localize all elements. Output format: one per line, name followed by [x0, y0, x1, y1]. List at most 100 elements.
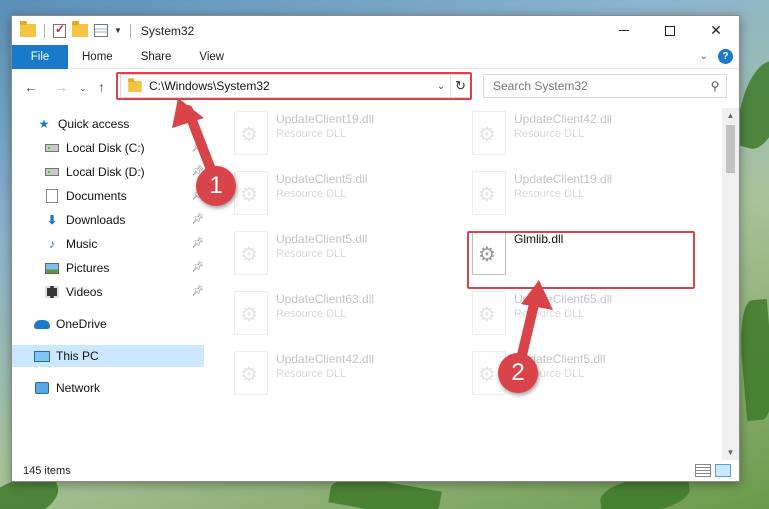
- drive-icon: [44, 140, 60, 156]
- sidebar-item-this-pc[interactable]: This PC: [12, 345, 204, 367]
- vertical-scrollbar[interactable]: ▲ ▼: [722, 108, 739, 460]
- sidebar-item-label: This PC: [56, 349, 99, 363]
- dll-file-icon: [234, 171, 268, 215]
- onedrive-icon: [34, 316, 50, 332]
- file-type: Resource DLL: [276, 308, 347, 320]
- step-2-callout: 2: [498, 353, 538, 393]
- documents-icon: [44, 188, 60, 204]
- file-item[interactable]: UpdateClient19.dll Resource DLL: [472, 168, 682, 218]
- file-name: UpdateClient5.dll: [276, 232, 368, 246]
- file-highlight: [467, 231, 695, 289]
- file-item[interactable]: UpdateClient5.dll Resource DLL: [234, 168, 444, 218]
- sidebar-item-label: Music: [66, 237, 98, 251]
- view-toggle: [695, 464, 731, 477]
- file-item[interactable]: UpdateClient42.dll Resource DLL: [234, 348, 444, 398]
- toolbar-separator: [44, 23, 45, 38]
- sidebar-item-label: Downloads: [66, 213, 126, 227]
- search-box[interactable]: ⚲: [483, 74, 727, 98]
- pin-icon: 📌︎: [191, 286, 204, 297]
- large-icons-view-icon[interactable]: [715, 464, 731, 477]
- new-folder-icon[interactable]: [72, 21, 88, 37]
- sidebar-item-label: Network: [56, 381, 101, 395]
- pictures-icon: [44, 260, 60, 276]
- drive-icon: [44, 164, 60, 180]
- sidebar-item-label: Pictures: [66, 261, 110, 275]
- tab-home[interactable]: Home: [68, 45, 127, 69]
- file-item[interactable]: UpdateClient5.dll Resource DLL: [234, 228, 444, 278]
- sidebar-item-local-disk-c[interactable]: Local Disk (C:) 📌︎: [44, 137, 204, 159]
- qat-dropdown-icon[interactable]: ▼: [114, 26, 122, 35]
- dll-file-icon: [234, 291, 268, 335]
- scrollbar-thumb[interactable]: [726, 125, 735, 173]
- sidebar-item-network[interactable]: Network: [34, 377, 204, 399]
- file-type: Resource DLL: [514, 188, 585, 200]
- recent-dropdown-icon[interactable]: ⌄: [79, 83, 87, 94]
- pin-icon: 📌︎: [191, 214, 204, 225]
- file-type: Resource DLL: [276, 248, 347, 260]
- file-type: Resource DLL: [276, 128, 347, 140]
- sidebar-item-label: Local Disk (C:): [66, 141, 145, 155]
- expand-ribbon-icon[interactable]: ⌄: [700, 51, 708, 62]
- computer-icon: [34, 348, 50, 364]
- file-item[interactable]: UpdateClient19.dll Resource DLL: [234, 108, 444, 158]
- status-bar: 145 items: [12, 460, 739, 481]
- pin-icon: 📌︎: [191, 142, 204, 153]
- scroll-down-icon[interactable]: ▼: [722, 445, 739, 460]
- file-name: UpdateClient65.dll: [514, 292, 613, 306]
- file-name: UpdateClient5.dll: [276, 172, 368, 186]
- minimize-icon: [619, 30, 629, 31]
- star-icon: ★: [38, 117, 50, 131]
- address-bar-highlight: [116, 72, 472, 100]
- sidebar-item-downloads[interactable]: ⬇ Downloads 📌︎: [44, 209, 204, 231]
- customize-icon[interactable]: [94, 24, 108, 37]
- downloads-icon: ⬇: [46, 213, 58, 227]
- sidebar-item-label: Quick access: [58, 117, 130, 131]
- help-icon[interactable]: ?: [718, 49, 733, 64]
- ribbon-tabs: File Home Share View ⌄ ?: [12, 44, 739, 69]
- dll-file-icon: [472, 111, 506, 155]
- sidebar-item-local-disk-d[interactable]: Local Disk (D:) 📌︎: [44, 161, 204, 183]
- pin-icon: 📌︎: [191, 262, 204, 273]
- back-arrow-icon[interactable]: ←: [24, 79, 38, 95]
- properties-check-icon[interactable]: [53, 22, 66, 38]
- background-leaf: [736, 298, 769, 422]
- tab-share[interactable]: Share: [127, 45, 186, 69]
- sidebar-item-pictures[interactable]: Pictures 📌︎: [44, 257, 204, 279]
- dll-file-icon: [234, 351, 268, 395]
- scroll-up-icon[interactable]: ▲: [722, 108, 739, 123]
- sidebar-item-music[interactable]: ♪ Music 📌︎: [44, 233, 204, 255]
- file-type: Resource DLL: [514, 128, 585, 140]
- folder-icon: [20, 21, 36, 37]
- network-icon: [34, 380, 50, 396]
- details-view-icon[interactable]: [695, 464, 711, 477]
- sidebar-item-documents[interactable]: Documents 📌︎: [44, 185, 204, 207]
- file-name: UpdateClient19.dll: [276, 112, 375, 126]
- file-item[interactable]: UpdateClient63.dll Resource DLL: [234, 288, 444, 338]
- search-input[interactable]: [493, 79, 704, 93]
- window-title: System32: [140, 23, 195, 38]
- forward-arrow-icon[interactable]: →: [54, 79, 68, 95]
- dll-file-icon: [472, 291, 506, 335]
- sidebar-item-videos[interactable]: Videos 📌︎: [44, 281, 204, 303]
- title-bar: ▼ System32 ✕: [12, 16, 739, 45]
- search-icon[interactable]: ⚲: [704, 79, 726, 93]
- dll-file-icon: [234, 231, 268, 275]
- close-button[interactable]: ✕: [693, 16, 739, 45]
- tab-file[interactable]: File: [12, 44, 68, 69]
- file-item[interactable]: UpdateClient42.dll Resource DLL: [472, 108, 682, 158]
- tab-view[interactable]: View: [185, 45, 238, 69]
- up-arrow-icon[interactable]: ↑: [98, 79, 105, 95]
- file-name: UpdateClient42.dll: [276, 352, 375, 366]
- file-item[interactable]: UpdateClient65.dll Resource DLL: [472, 288, 682, 338]
- minimize-button[interactable]: [601, 16, 647, 45]
- step-1-callout: 1: [196, 166, 236, 206]
- dll-file-icon: [234, 111, 268, 155]
- file-name: UpdateClient42.dll: [514, 112, 613, 126]
- sidebar-item-label: Documents: [66, 189, 127, 203]
- maximize-button[interactable]: [647, 16, 693, 45]
- sidebar-item-quick-access[interactable]: ★ Quick access: [36, 113, 206, 135]
- close-icon: ✕: [710, 22, 722, 38]
- sidebar-item-onedrive[interactable]: OneDrive: [34, 313, 204, 335]
- dll-file-icon: [472, 171, 506, 215]
- file-type: Resource DLL: [276, 368, 347, 380]
